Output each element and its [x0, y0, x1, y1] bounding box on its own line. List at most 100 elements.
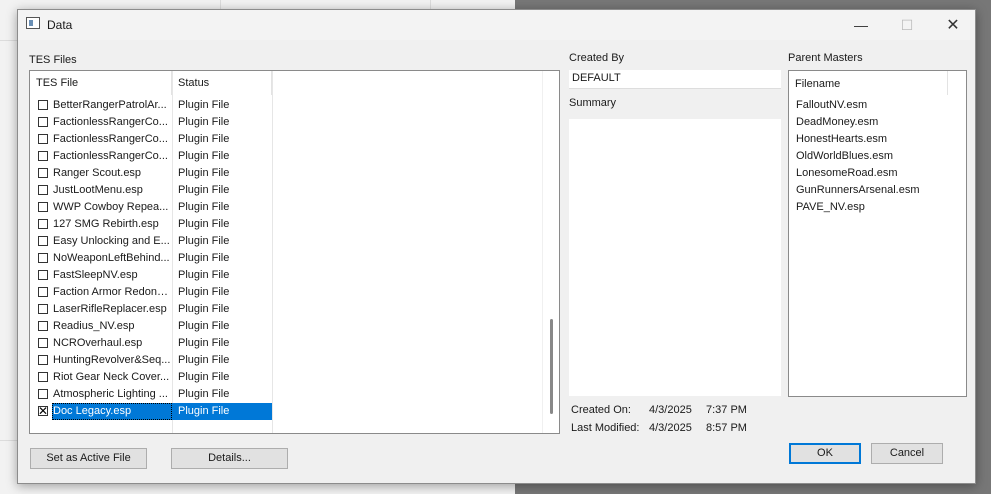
- tes-file-name: FactionlessRangerCo...: [53, 150, 168, 162]
- row-checkbox[interactable]: [38, 219, 48, 229]
- row-checkbox[interactable]: [38, 134, 48, 144]
- tes-file-status: Plugin File: [178, 116, 230, 128]
- details-button[interactable]: Details...: [171, 448, 288, 469]
- table-row[interactable]: FastSleepNV.esp Plugin File: [30, 267, 273, 284]
- tes-file-name: Readius_NV.esp: [53, 320, 135, 332]
- table-row[interactable]: FactionlessRangerCo... Plugin File: [30, 114, 273, 131]
- scrollbar-thumb[interactable]: [550, 319, 553, 414]
- tes-file-status: Plugin File: [178, 371, 230, 383]
- created-by-field[interactable]: DEFAULT: [569, 70, 781, 89]
- row-checkbox[interactable]: [38, 270, 48, 280]
- last-modified-date: 4/3/2025: [649, 422, 692, 434]
- tes-file-status: Plugin File: [178, 354, 230, 366]
- table-row[interactable]: FactionlessRangerCo... Plugin File: [30, 148, 273, 165]
- row-checkbox[interactable]: [38, 151, 48, 161]
- tes-file-name: JustLootMenu.esp: [53, 184, 143, 196]
- tes-file-status: Plugin File: [178, 286, 230, 298]
- list-item[interactable]: OldWorldBlues.esm: [789, 148, 893, 165]
- tes-file-name: Ranger Scout.esp: [53, 167, 142, 179]
- tes-file-name: NoWeaponLeftBehind...: [53, 252, 170, 264]
- minimize-icon[interactable]: —: [838, 10, 884, 40]
- created-by-label: Created By: [569, 52, 625, 64]
- list-item[interactable]: LonesomeRoad.esm: [789, 165, 898, 182]
- row-checkbox[interactable]: [38, 389, 48, 399]
- close-icon[interactable]: ✕: [930, 10, 976, 40]
- tes-file-name: HuntingRevolver&Seq...: [53, 354, 171, 366]
- created-on-label: Created On:: [571, 404, 631, 416]
- row-checkbox[interactable]: [38, 287, 48, 297]
- table-row[interactable]: HuntingRevolver&Seq... Plugin File: [30, 352, 273, 369]
- table-row[interactable]: Faction Armor Redone... Plugin File: [30, 284, 273, 301]
- ok-button[interactable]: OK: [789, 443, 861, 464]
- summary-label: Summary: [569, 97, 617, 109]
- tes-file-name: BetterRangerPatrolAr...: [53, 99, 167, 111]
- list-item[interactable]: DeadMoney.esm: [789, 114, 878, 131]
- list-item[interactable]: HonestHearts.esm: [789, 131, 887, 148]
- tes-file-name: LaserRifleReplacer.esp: [53, 303, 167, 315]
- tes-file-status: Plugin File: [178, 269, 230, 281]
- row-checkbox[interactable]: [38, 338, 48, 348]
- tes-file-status: Plugin File: [178, 388, 230, 400]
- row-checkbox[interactable]: [38, 117, 48, 127]
- tes-file-name: FastSleepNV.esp: [53, 269, 138, 281]
- window-title: Data: [47, 18, 73, 32]
- tes-file-status: Plugin File: [178, 167, 230, 179]
- table-row[interactable]: WWP Cowboy Repea... Plugin File: [30, 199, 273, 216]
- table-row[interactable]: Atmospheric Lighting ... Plugin File: [30, 386, 273, 403]
- last-modified-label: Last Modified:: [571, 422, 640, 434]
- table-row[interactable]: 127 SMG Rebirth.esp Plugin File: [30, 216, 273, 233]
- row-checkbox[interactable]: [38, 372, 48, 382]
- row-checkbox[interactable]: [38, 403, 48, 420]
- row-checkbox[interactable]: [38, 168, 48, 178]
- tes-file-status: Plugin File: [178, 184, 230, 196]
- tes-file-name: FactionlessRangerCo...: [53, 133, 168, 145]
- set-as-active-file-button[interactable]: Set as Active File: [30, 448, 147, 469]
- list-item[interactable]: FalloutNV.esm: [789, 97, 867, 114]
- row-checkbox[interactable]: [38, 321, 48, 331]
- column-header-filename[interactable]: Filename: [789, 71, 948, 95]
- tes-file-status: Plugin File: [178, 150, 230, 162]
- row-checkbox[interactable]: [38, 236, 48, 246]
- last-modified-time: 8:57 PM: [706, 422, 747, 434]
- table-row[interactable]: Readius_NV.esp Plugin File: [30, 318, 273, 335]
- tes-file-name: NCROverhaul.esp: [53, 337, 143, 349]
- row-checkbox[interactable]: [38, 304, 48, 314]
- table-row[interactable]: Ranger Scout.esp Plugin File: [30, 165, 273, 182]
- tes-file-status: Plugin File: [178, 303, 230, 315]
- tes-file-status: Plugin File: [178, 201, 230, 213]
- table-row[interactable]: LaserRifleReplacer.esp Plugin File: [30, 301, 273, 318]
- cancel-button[interactable]: Cancel: [871, 443, 943, 464]
- table-row[interactable]: NoWeaponLeftBehind... Plugin File: [30, 250, 273, 267]
- table-row[interactable]: FactionlessRangerCo... Plugin File: [30, 131, 273, 148]
- column-header-tes-file[interactable]: TES File: [30, 71, 172, 95]
- table-row[interactable]: JustLootMenu.esp Plugin File: [30, 182, 273, 199]
- tes-file-status: Plugin File: [178, 252, 230, 264]
- tes-files-list[interactable]: TES File Status BetterRangerPatrolAr... P…: [29, 70, 560, 434]
- table-row[interactable]: Riot Gear Neck Cover... Plugin File: [30, 369, 273, 386]
- tes-file-name: 127 SMG Rebirth.esp: [53, 218, 159, 230]
- tes-file-status: Plugin File: [178, 235, 230, 247]
- tes-file-name: Doc Legacy.esp: [52, 403, 172, 420]
- row-checkbox[interactable]: [38, 185, 48, 195]
- row-checkbox[interactable]: [38, 100, 48, 110]
- list-item[interactable]: PAVE_NV.esp: [789, 199, 865, 216]
- window-app-icon: [26, 17, 40, 29]
- tes-file-name: Easy Unlocking and E...: [53, 235, 170, 247]
- tes-files-scrollbar[interactable]: [542, 71, 559, 433]
- parent-masters-list[interactable]: Filename FalloutNV.esm DeadMoney.esm Hones…: [788, 70, 967, 397]
- title-bar[interactable]: Data — ☐ ✕: [18, 10, 975, 40]
- row-checkbox[interactable]: [38, 253, 48, 263]
- table-row[interactable]: Doc Legacy.espPlugin File: [30, 403, 273, 420]
- table-row[interactable]: Easy Unlocking and E... Plugin File: [30, 233, 273, 250]
- data-dialog: Data — ☐ ✕ TES Files TES File Status Bet…: [17, 9, 976, 484]
- tes-file-status: Plugin File: [178, 320, 230, 332]
- table-row[interactable]: NCROverhaul.esp Plugin File: [30, 335, 273, 352]
- tes-file-status: Plugin File: [178, 133, 230, 145]
- summary-textarea[interactable]: [569, 119, 781, 396]
- tes-file-status: Plugin File: [178, 99, 230, 111]
- row-checkbox[interactable]: [38, 355, 48, 365]
- table-row[interactable]: BetterRangerPatrolAr... Plugin File: [30, 97, 273, 114]
- list-item[interactable]: GunRunnersArsenal.esm: [789, 182, 920, 199]
- column-header-status[interactable]: Status: [172, 71, 272, 95]
- row-checkbox[interactable]: [38, 202, 48, 212]
